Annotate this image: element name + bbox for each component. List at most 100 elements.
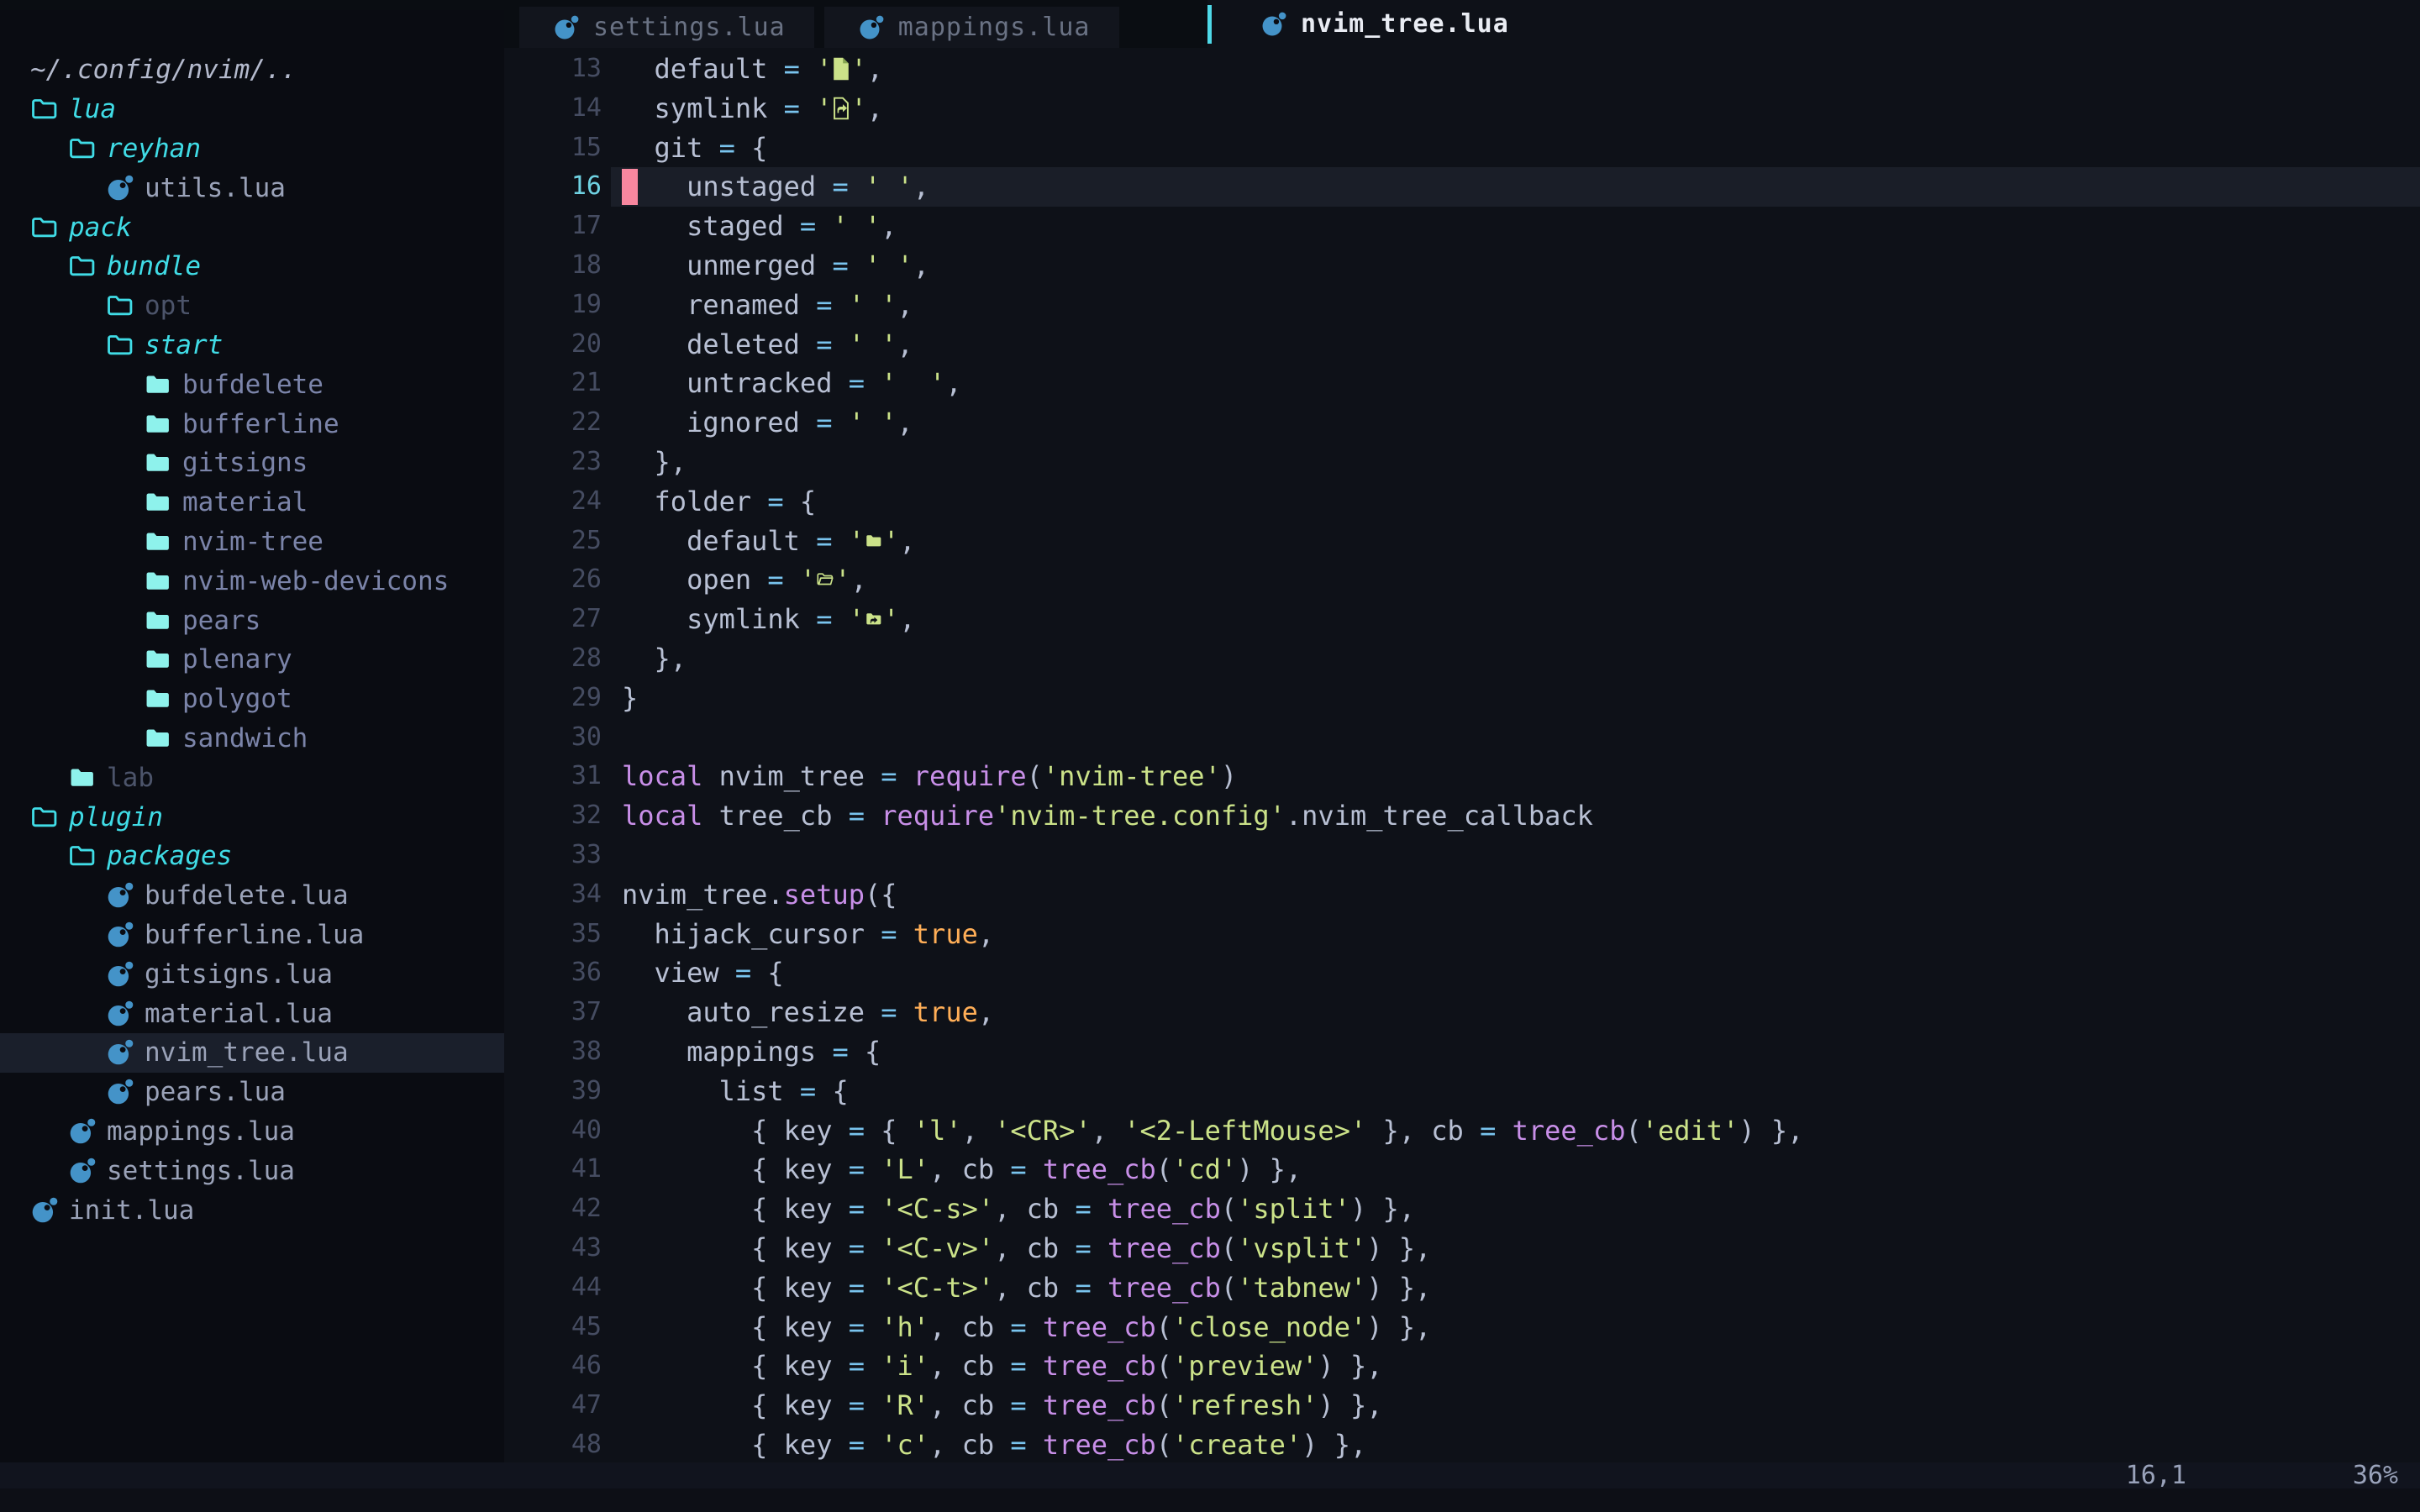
code-line-45[interactable]: 45 { key = 'h', cb = tree_cb('close_node… xyxy=(504,1308,2420,1347)
tree-item-label: packages xyxy=(107,841,232,871)
code-text: hijack_cursor = true, xyxy=(622,915,994,954)
code-line-38[interactable]: 38 mappings = { xyxy=(504,1032,2420,1072)
code-line-23[interactable]: 23 }, xyxy=(504,443,2420,482)
code-line-15[interactable]: 15 git = { xyxy=(504,129,2420,168)
code-line-34[interactable]: 34nvim_tree.setup({ xyxy=(504,875,2420,915)
tab-settings-lua[interactable]: settings.lua xyxy=(519,7,814,48)
command-line[interactable] xyxy=(0,1488,2420,1512)
code-editor[interactable]: 13 default = '',14 symlink = '',15 git =… xyxy=(504,48,2420,1465)
tree-item-label: ~/.config/nvim/.. xyxy=(30,55,297,85)
folder-closed-icon xyxy=(144,645,172,674)
tree-item-label: plugin xyxy=(69,802,163,832)
code-line-35[interactable]: 35 hijack_cursor = true, xyxy=(504,915,2420,954)
code-line-25[interactable]: 25 default = '', xyxy=(504,522,2420,561)
lua-file-icon xyxy=(30,1196,59,1225)
code-line-36[interactable]: 36 view = { xyxy=(504,953,2420,993)
code-line-44[interactable]: 44 { key = '<C-t>', cb = tree_cb('tabnew… xyxy=(504,1268,2420,1308)
tab-mappings-lua[interactable]: mappings.lua xyxy=(824,7,1119,48)
tree-item-bufferline-lua[interactable]: bufferline.lua xyxy=(0,916,504,955)
tree-item-nvim-tree-lua[interactable]: nvim_tree.lua xyxy=(0,1033,504,1073)
nvim-tree-sidebar: ~/.config/nvim/..luareyhanutils.luapackb… xyxy=(0,10,504,1462)
tree-item-gitsigns[interactable]: gitsigns xyxy=(0,444,504,483)
code-line-27[interactable]: 27 symlink = '', xyxy=(504,600,2420,639)
folder-closed-icon xyxy=(144,724,172,753)
code-line-19[interactable]: 19 renamed = ' ', xyxy=(504,286,2420,325)
lua-file-icon xyxy=(106,1000,134,1028)
code-text: deleted = ' ', xyxy=(622,325,913,365)
code-line-29[interactable]: 29} xyxy=(504,679,2420,718)
code-text: folder = { xyxy=(622,482,816,522)
tree-item-sandwich[interactable]: sandwich xyxy=(0,719,504,759)
code-line-47[interactable]: 47 { key = 'R', cb = tree_cb('refresh') … xyxy=(504,1386,2420,1425)
tree-item-utils-lua[interactable]: utils.lua xyxy=(0,168,504,207)
tree-item-plenary[interactable]: plenary xyxy=(0,640,504,680)
tab-label: mappings.lua xyxy=(898,13,1091,42)
tree-item-label: mappings.lua xyxy=(107,1116,295,1147)
tree-item-init-lua[interactable]: init.lua xyxy=(0,1190,504,1230)
code-line-42[interactable]: 42 { key = '<C-s>', cb = tree_cb('split'… xyxy=(504,1189,2420,1229)
line-number: 13 xyxy=(504,50,602,89)
tree-item-material[interactable]: material xyxy=(0,483,504,522)
line-number: 33 xyxy=(504,836,602,875)
code-line-16[interactable]: 16 unstaged = ' ', xyxy=(504,167,2420,207)
tree-item-bundle[interactable]: bundle xyxy=(0,247,504,286)
line-number: 39 xyxy=(504,1072,602,1111)
tree-item-pears[interactable]: pears xyxy=(0,601,504,640)
tree-item-lua[interactable]: lua xyxy=(0,90,504,129)
tree-item-bufferline[interactable]: bufferline xyxy=(0,404,504,444)
tree-item-reyhan[interactable]: reyhan xyxy=(0,129,504,169)
tree-item-bufdelete-lua[interactable]: bufdelete.lua xyxy=(0,876,504,916)
code-line-30[interactable]: 30 xyxy=(504,718,2420,758)
tree-item-material-lua[interactable]: material.lua xyxy=(0,994,504,1033)
tree-item-nvim-web-devicons[interactable]: nvim-web-devicons xyxy=(0,561,504,601)
code-text: default = '', xyxy=(622,50,883,89)
code-line-18[interactable]: 18 unmerged = ' ', xyxy=(504,246,2420,286)
code-line-39[interactable]: 39 list = { xyxy=(504,1072,2420,1111)
code-line-22[interactable]: 22 ignored = ' ', xyxy=(504,403,2420,443)
code-line-20[interactable]: 20 deleted = ' ', xyxy=(504,325,2420,365)
tree-item-pack[interactable]: pack xyxy=(0,207,504,247)
line-number: 29 xyxy=(504,679,602,718)
tree-item-plugin[interactable]: plugin xyxy=(0,797,504,837)
tree-item-start[interactable]: start xyxy=(0,326,504,365)
code-line-24[interactable]: 24 folder = { xyxy=(504,482,2420,522)
tree-item-packages[interactable]: packages xyxy=(0,837,504,876)
code-line-13[interactable]: 13 default = '', xyxy=(504,50,2420,89)
tree-item-lab[interactable]: lab xyxy=(0,758,504,797)
code-line-28[interactable]: 28 }, xyxy=(504,639,2420,679)
folder-open-icon xyxy=(68,134,97,163)
tree-item-label: lua xyxy=(69,94,116,124)
code-text: { key = 'R', cb = tree_cb('refresh') }, xyxy=(622,1386,1382,1425)
line-number: 20 xyxy=(504,325,602,365)
code-line-37[interactable]: 37 auto_resize = true, xyxy=(504,993,2420,1032)
code-line-32[interactable]: 32local tree_cb = require'nvim-tree.conf… xyxy=(504,796,2420,836)
code-line-31[interactable]: 31local nvim_tree = require('nvim-tree') xyxy=(504,757,2420,796)
code-line-43[interactable]: 43 { key = '<C-v>', cb = tree_cb('vsplit… xyxy=(504,1229,2420,1268)
code-line-40[interactable]: 40 { key = { 'l', '<CR>', '<2-LeftMouse>… xyxy=(504,1111,2420,1151)
folder-closed-icon xyxy=(144,567,172,596)
code-line-33[interactable]: 33 xyxy=(504,836,2420,875)
folder-symlink-icon xyxy=(865,606,883,632)
tabline-fill-over-sidebar xyxy=(0,0,504,10)
code-line-21[interactable]: 21 untracked = ' ', xyxy=(504,364,2420,403)
tree-item-mappings-lua[interactable]: mappings.lua xyxy=(0,1112,504,1152)
folder-closed-icon xyxy=(144,370,172,399)
code-line-41[interactable]: 41 { key = 'L', cb = tree_cb('cd') }, xyxy=(504,1150,2420,1189)
code-line-17[interactable]: 17 staged = ' ', xyxy=(504,207,2420,246)
code-line-14[interactable]: 14 symlink = '', xyxy=(504,89,2420,129)
code-line-48[interactable]: 48 { key = 'c', cb = tree_cb('create') }… xyxy=(504,1425,2420,1465)
tree-item-bufdelete[interactable]: bufdelete xyxy=(0,365,504,404)
folder-closed-icon xyxy=(144,528,172,556)
tree-root-path[interactable]: ~/.config/nvim/.. xyxy=(0,50,504,90)
tree-item-settings-lua[interactable]: settings.lua xyxy=(0,1151,504,1190)
code-line-26[interactable]: 26 open = '', xyxy=(504,560,2420,600)
tab-label: nvim_tree.lua xyxy=(1301,9,1509,39)
code-line-46[interactable]: 46 { key = 'i', cb = tree_cb('preview') … xyxy=(504,1347,2420,1386)
tree-item-nvim-tree[interactable]: nvim-tree xyxy=(0,522,504,562)
tree-item-opt[interactable]: opt xyxy=(0,286,504,326)
tabline-inactive-section: settings.lua mappings.lua xyxy=(504,0,1207,48)
tree-item-polygot[interactable]: polygot xyxy=(0,680,504,719)
tab-nvim_tree-lua[interactable]: nvim_tree.lua xyxy=(1260,9,1509,39)
tree-item-gitsigns-lua[interactable]: gitsigns.lua xyxy=(0,954,504,994)
tree-item-pears-lua[interactable]: pears.lua xyxy=(0,1073,504,1112)
